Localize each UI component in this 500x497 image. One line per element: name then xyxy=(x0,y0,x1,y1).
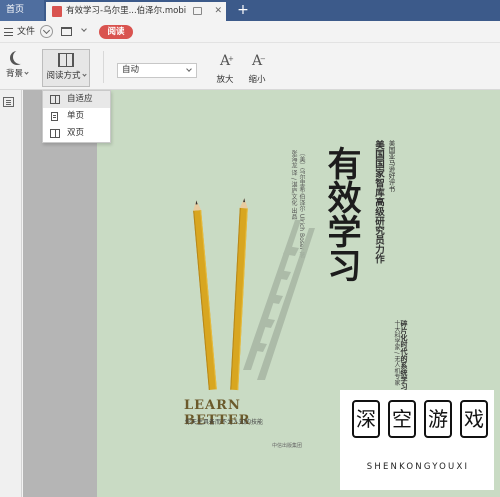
menu-item-label: 自适应 xyxy=(67,94,93,104)
zoom-in-button[interactable]: A + 放大 xyxy=(213,53,237,85)
cover-publisher: 中信出版集团 xyxy=(272,443,303,449)
font-increase-icon: A + xyxy=(219,53,234,69)
menu-item-label: 双页 xyxy=(67,128,85,138)
ladder-shadow-illustration xyxy=(243,220,315,380)
menu-item-fit[interactable]: 自适应 xyxy=(43,91,110,108)
book-icon xyxy=(58,53,74,67)
tab-home[interactable]: 首页 xyxy=(0,0,44,21)
single-page-icon xyxy=(51,112,58,121)
cover-title: 有效学习 xyxy=(321,146,361,282)
cover-tagline: 你天生具备而不为人知的技能 xyxy=(185,419,264,426)
watermark-text: SHENKONGYOUXI xyxy=(366,462,470,472)
open-folder-icon[interactable] xyxy=(61,27,72,36)
screen-icon[interactable] xyxy=(193,7,202,15)
tab-document[interactable]: 有效学习-乌尔里...伯泽尔.mobi ✕ xyxy=(46,2,226,21)
cover-recommend: 美国亚马逊好评书 xyxy=(387,140,395,192)
pencil-illustration xyxy=(193,209,217,391)
chevron-down-icon xyxy=(81,72,87,77)
font-decrease-icon: A − xyxy=(251,53,266,69)
fit-page-icon xyxy=(50,95,60,104)
watermark-chars: 深 空 游 戏 xyxy=(348,400,488,440)
read-mode-button[interactable]: 阅读 xyxy=(99,25,133,39)
reading-mode-button[interactable]: 阅读方式 xyxy=(42,49,90,87)
ribbon-toolbar: 背景 阅读方式 自动 A + 放大 A − 缩小 xyxy=(0,43,500,90)
watermark-logo: 深 空 游 戏 SHENKONGYOUXI xyxy=(340,390,494,490)
watermark-char: 游 xyxy=(424,400,452,438)
left-sidebar xyxy=(0,90,22,497)
reading-mode-menu: 自适应 单页 双页 xyxy=(42,90,111,143)
watermark-char: 深 xyxy=(352,400,380,438)
menu-item-label: 单页 xyxy=(67,111,85,121)
cover-side-text: 碎片化时代的系统学习 十大科学家 / 无人机专家 xyxy=(393,320,408,390)
menu-item-double-page[interactable]: 双页 xyxy=(43,125,110,142)
cover-subtitle: 美国国家智库高级研究员力作 xyxy=(373,140,384,264)
menu-item-single-page[interactable]: 单页 xyxy=(43,108,110,125)
expand-button[interactable] xyxy=(40,25,53,38)
zoom-value: 自动 xyxy=(122,65,140,75)
menu-bar: 文件 阅读 xyxy=(0,21,500,43)
moon-icon xyxy=(13,50,27,64)
file-menu[interactable]: 文件 xyxy=(4,25,35,39)
ribbon-divider xyxy=(103,51,104,83)
file-menu-label: 文件 xyxy=(17,27,36,37)
tab-bar: 首页 有效学习-乌尔里...伯泽尔.mobi ✕ + xyxy=(0,0,500,21)
quick-access-dropdown[interactable] xyxy=(81,26,88,35)
reading-mode-label: 阅读方式 xyxy=(46,71,81,81)
chevron-down-icon xyxy=(81,26,87,32)
mobi-file-icon xyxy=(52,6,62,17)
watermark-char: 空 xyxy=(388,400,416,438)
tab-document-title: 有效学习-乌尔里...伯泽尔.mobi xyxy=(66,6,187,16)
watermark-char: 戏 xyxy=(460,400,488,438)
chevron-down-icon xyxy=(42,26,51,35)
background-button[interactable]: 背景 xyxy=(5,50,29,79)
zoom-out-label: 缩小 xyxy=(248,75,266,85)
double-page-icon xyxy=(50,129,60,138)
zoom-in-label: 放大 xyxy=(216,75,234,85)
table-of-contents-icon[interactable] xyxy=(3,97,14,107)
close-icon[interactable]: ✕ xyxy=(214,2,222,21)
new-tab-button[interactable]: + xyxy=(234,0,252,21)
zoom-out-button[interactable]: A − 缩小 xyxy=(245,53,269,85)
chevron-down-icon xyxy=(186,66,192,72)
background-label: 背景 xyxy=(5,69,23,79)
menu-icon xyxy=(4,28,13,36)
zoom-select[interactable]: 自动 xyxy=(117,63,197,78)
chevron-down-icon xyxy=(24,70,29,75)
